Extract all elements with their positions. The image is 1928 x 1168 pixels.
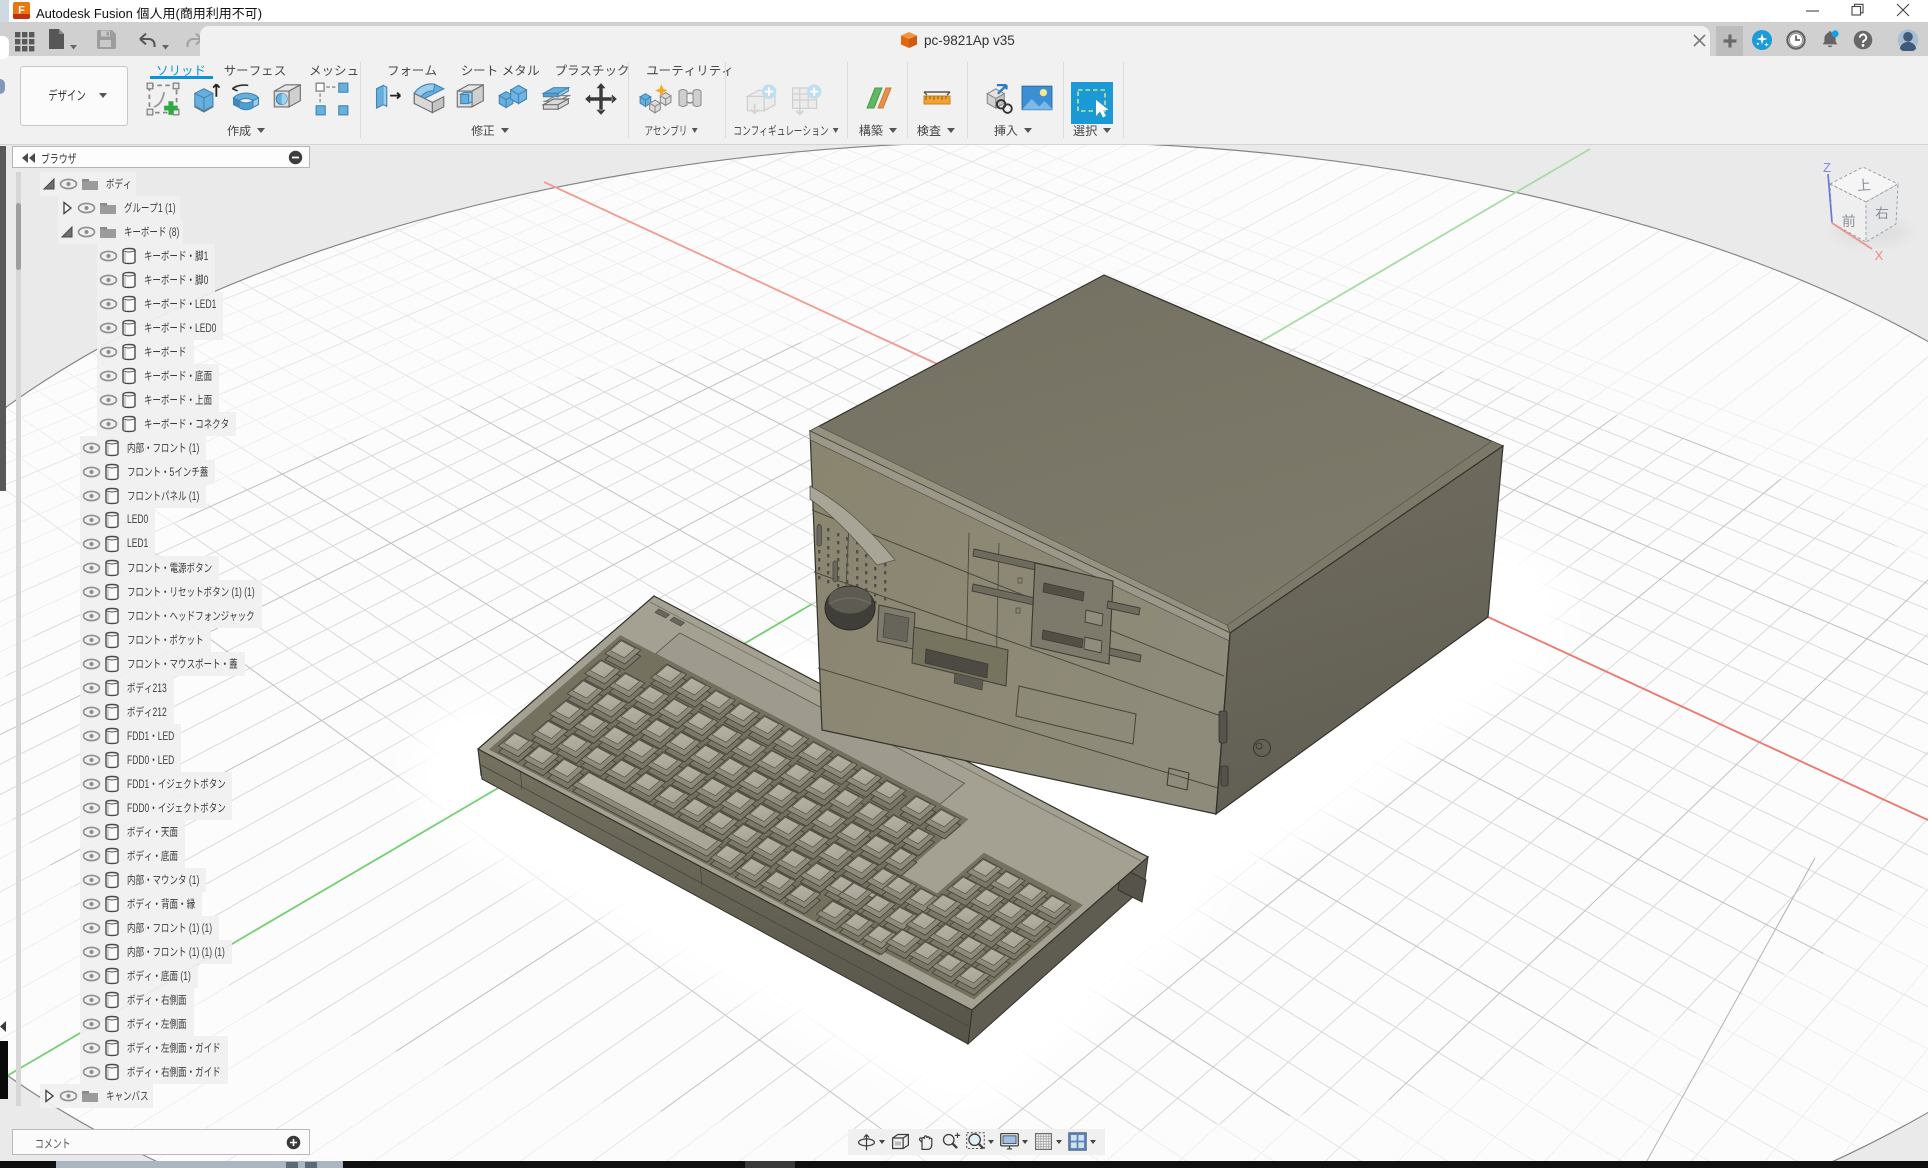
svg-text:Z: Z bbox=[1823, 160, 1831, 175]
svg-text:X: X bbox=[1875, 248, 1884, 263]
svg-text:上: 上 bbox=[1856, 177, 1871, 194]
svg-text:前: 前 bbox=[1842, 213, 1856, 229]
svg-text:右: 右 bbox=[1875, 205, 1889, 221]
